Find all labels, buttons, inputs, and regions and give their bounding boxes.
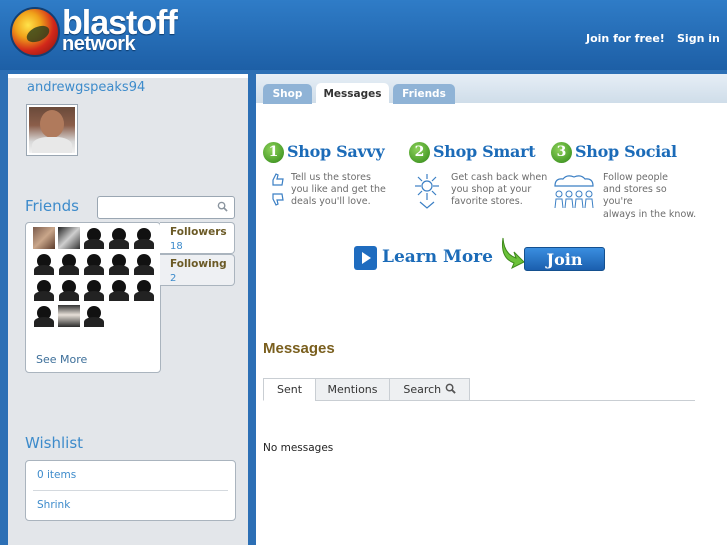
following-label: Following — [170, 258, 227, 270]
wishlist-shrink-link[interactable]: Shrink — [37, 499, 70, 511]
logo-subtext[interactable]: network — [62, 33, 136, 56]
step-title: Shop Savvy — [287, 142, 385, 161]
followers-box[interactable]: Followers 18 — [160, 222, 235, 254]
learn-more-label[interactable]: Learn More — [382, 247, 493, 267]
tab-sent[interactable]: Sent — [263, 378, 316, 401]
desc-line: you're — [603, 196, 633, 208]
join-button[interactable]: Join — [524, 247, 605, 271]
messages-heading: Messages — [263, 340, 335, 357]
cashback-icon — [415, 174, 439, 209]
desc-line: Follow people — [603, 172, 669, 183]
desc-line: always in the know. — [603, 208, 697, 220]
friend-avatar[interactable] — [33, 253, 55, 275]
step-number: 2 — [409, 142, 430, 163]
following-box[interactable]: Following 2 — [160, 254, 235, 286]
friend-avatar[interactable] — [33, 227, 55, 249]
search-icon[interactable] — [217, 201, 228, 212]
search-icon — [445, 383, 456, 394]
desc-line: deals you'll love. — [291, 196, 371, 208]
friend-avatar[interactable] — [108, 227, 130, 249]
step-number: 1 — [263, 142, 284, 163]
desc-line: Tell us the stores — [291, 172, 371, 183]
logo-icon[interactable] — [10, 7, 60, 57]
friends-grid — [33, 227, 158, 331]
desc-line: and stores so — [603, 184, 667, 196]
see-more-link[interactable]: See More — [36, 353, 87, 366]
people-cloud-icon — [554, 175, 594, 209]
username[interactable]: andrewgspeaks94 — [27, 80, 145, 95]
friend-avatar[interactable] — [58, 305, 80, 327]
tab-messages[interactable]: Messages — [316, 83, 389, 105]
friend-avatar[interactable] — [83, 279, 105, 301]
friends-panel — [25, 222, 161, 373]
followers-label: Followers — [170, 226, 227, 238]
join-free-link[interactable]: Join for free! — [586, 32, 665, 45]
desc-line: favorite stores. — [451, 196, 523, 208]
friend-avatar[interactable] — [108, 279, 130, 301]
friend-avatar[interactable] — [33, 305, 55, 327]
friend-avatar[interactable] — [83, 305, 105, 327]
no-messages-text: No messages — [263, 442, 334, 454]
wishlist-heading: Wishlist — [25, 434, 84, 452]
wishlist-panel: 0 items Shrink — [25, 460, 236, 521]
friend-avatar[interactable] — [33, 279, 55, 301]
green-arrow-icon — [502, 237, 525, 270]
avatar[interactable] — [26, 104, 78, 156]
followers-count[interactable]: 18 — [170, 241, 183, 252]
friend-avatar[interactable] — [133, 227, 155, 249]
following-count[interactable]: 2 — [170, 273, 176, 284]
tabs-underline — [469, 400, 695, 401]
friend-avatar[interactable] — [58, 279, 80, 301]
divider — [33, 490, 228, 491]
tab-friends[interactable]: Friends — [393, 84, 455, 104]
tab-shop[interactable]: Shop — [263, 84, 312, 104]
step-number: 3 — [551, 142, 572, 163]
play-icon[interactable] — [354, 246, 377, 270]
step-description: Follow people and stores so you're alway… — [603, 172, 696, 221]
friend-avatar[interactable] — [83, 227, 105, 249]
desc-line: Get cash back when — [451, 172, 548, 183]
tab-search-label: Search — [403, 383, 442, 396]
friends-search-input[interactable] — [97, 196, 235, 219]
friend-avatar[interactable] — [58, 227, 80, 249]
desc-line: you like and get the — [291, 184, 386, 196]
friend-avatar[interactable] — [133, 253, 155, 275]
friends-heading: Friends — [25, 197, 79, 215]
friend-avatar[interactable] — [108, 253, 130, 275]
step-title: Shop Smart — [433, 142, 536, 161]
desc-line: you shop at your — [451, 184, 532, 196]
step-description: Get cash back when you shop at your favo… — [451, 172, 547, 209]
tab-mentions[interactable]: Mentions — [315, 378, 390, 401]
tab-search[interactable]: Search — [389, 378, 470, 401]
friend-avatar[interactable] — [133, 279, 155, 301]
step-description: Tell us the stores you like and get the … — [291, 172, 386, 209]
thumbs-icon — [272, 173, 284, 206]
sidebar-divider — [8, 74, 248, 78]
friend-avatar[interactable] — [58, 253, 80, 275]
step-title: Shop Social — [575, 142, 677, 161]
friend-avatar[interactable] — [83, 253, 105, 275]
sign-in-link[interactable]: Sign in — [677, 32, 720, 45]
wishlist-items-link[interactable]: 0 items — [37, 469, 76, 481]
